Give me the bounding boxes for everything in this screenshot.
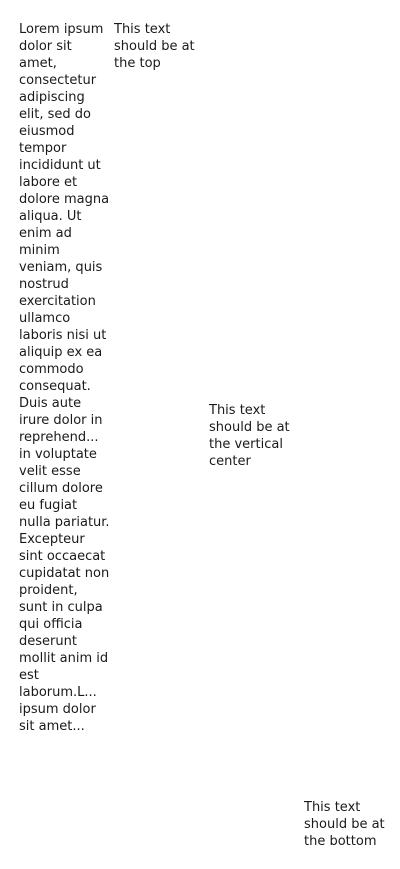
center-aligned-text: This text should be at the vertical cent… [209,402,290,469]
bottom-aligned-column: This text should be at the bottom [304,21,399,850]
lorem-ipsum-text: Lorem ipsum dolor sit amet, consectetur … [19,22,110,734]
top-aligned-column: This text should be at the top [114,21,209,850]
alignment-demo-row: Lorem ipsum dolor sit amet, consectetur … [19,21,389,850]
lorem-column: Lorem ipsum dolor sit amet, consectetur … [19,21,114,850]
center-aligned-column: This text should be at the vertical cent… [209,21,304,850]
bottom-aligned-text: This text should be at the bottom [304,800,385,849]
top-aligned-text: This text should be at the top [114,22,195,71]
